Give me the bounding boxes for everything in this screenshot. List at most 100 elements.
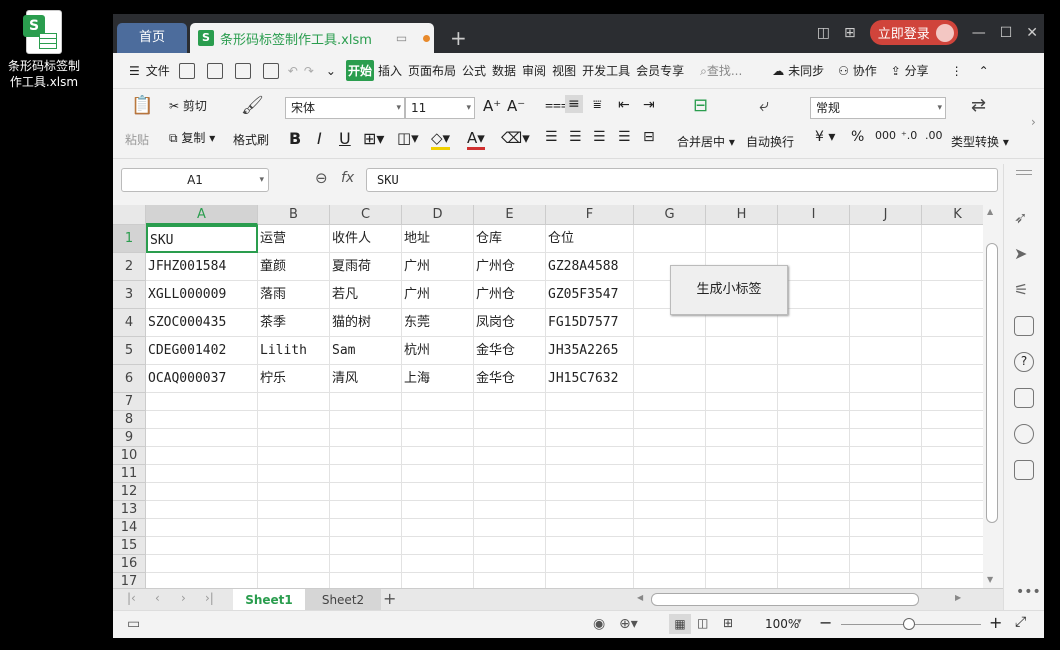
cell-F15[interactable]	[546, 537, 634, 555]
cell-A3[interactable]: XGLL000009	[146, 281, 258, 309]
column-header-D[interactable]: D	[402, 205, 474, 225]
cell-K13[interactable]	[922, 501, 983, 519]
cell-B6[interactable]: 柠乐	[258, 365, 330, 393]
cell-J2[interactable]	[850, 253, 922, 281]
cell-D14[interactable]	[402, 519, 474, 537]
print-icon[interactable]	[234, 62, 251, 79]
font-name-select[interactable]: 宋体	[285, 97, 405, 119]
cell-K5[interactable]	[922, 337, 983, 365]
tab-start[interactable]: 开始	[345, 60, 374, 81]
collab-button[interactable]: ⚇ 协作	[836, 60, 879, 81]
cell-E14[interactable]	[474, 519, 546, 537]
cell-G11[interactable]	[634, 465, 706, 483]
cell-J13[interactable]	[850, 501, 922, 519]
cell-I5[interactable]	[778, 337, 850, 365]
row-header-11[interactable]: 11	[113, 465, 146, 483]
macro-status-icon[interactable]: ▭	[127, 616, 140, 632]
column-header-H[interactable]: H	[706, 205, 778, 225]
currency-icon[interactable]: ¥ ▾	[815, 129, 835, 145]
cell-B13[interactable]	[258, 501, 330, 519]
cell-F4[interactable]: FG15D7577	[546, 309, 634, 337]
page-layout-view-icon[interactable]: ⊞	[723, 616, 733, 630]
cell-J5[interactable]	[850, 337, 922, 365]
paste-icon[interactable]: 📋	[131, 95, 153, 116]
cell-J11[interactable]	[850, 465, 922, 483]
cell-F16[interactable]	[546, 555, 634, 573]
cell-K8[interactable]	[922, 411, 983, 429]
tab-document[interactable]: S 条形码标签制作工具.xlsm ▭	[190, 23, 434, 53]
cell-G8[interactable]	[634, 411, 706, 429]
paste-button[interactable]: 粘贴	[125, 131, 149, 148]
cell-H16[interactable]	[706, 555, 778, 573]
decrease-decimal-icon[interactable]: .00	[925, 129, 943, 142]
align-bottom-icon[interactable]: ⩸	[593, 97, 602, 113]
cell-E10[interactable]	[474, 447, 546, 465]
column-header-E[interactable]: E	[474, 205, 546, 225]
cell-K11[interactable]	[922, 465, 983, 483]
scroll-down-icon[interactable]: ▼	[987, 575, 993, 584]
eye-protect-icon[interactable]: ◉	[593, 616, 605, 632]
cell-A1[interactable]: SKU	[146, 225, 258, 253]
cell-F7[interactable]	[546, 393, 634, 411]
column-header-B[interactable]: B	[258, 205, 330, 225]
cell-I14[interactable]	[778, 519, 850, 537]
cell-G6[interactable]	[634, 365, 706, 393]
cell-H1[interactable]	[706, 225, 778, 253]
cell-B16[interactable]	[258, 555, 330, 573]
cell-I13[interactable]	[778, 501, 850, 519]
search-box[interactable]: ⌕查找...	[698, 60, 744, 81]
cell-D13[interactable]	[402, 501, 474, 519]
cell-G1[interactable]	[634, 225, 706, 253]
cell-H17[interactable]	[706, 573, 778, 588]
cell-D12[interactable]	[402, 483, 474, 501]
quick-access-dropdown-icon[interactable]: ⌄	[324, 62, 338, 80]
hamburger-icon[interactable]: ☰	[127, 62, 142, 80]
distribute-icon[interactable]: ⊟	[643, 129, 655, 145]
monitor-icon[interactable]: ▭	[396, 31, 407, 45]
italic-icon[interactable]: I	[317, 129, 322, 148]
wrap-text-icon[interactable]: ⤶	[759, 95, 769, 116]
sliders-icon[interactable]: ⚟	[1014, 280, 1034, 300]
cell-E9[interactable]	[474, 429, 546, 447]
cell-G12[interactable]	[634, 483, 706, 501]
wrap-text-button[interactable]: 自动换行	[746, 133, 794, 150]
cell-B17[interactable]	[258, 573, 330, 588]
cell-F17[interactable]	[546, 573, 634, 588]
row-header-7[interactable]: 7	[113, 393, 146, 411]
cell-C2[interactable]: 夏雨荷	[330, 253, 402, 281]
cell-J1[interactable]	[850, 225, 922, 253]
cell-B5[interactable]: Lilith	[258, 337, 330, 365]
row-header-2[interactable]: 2	[113, 253, 146, 281]
merge-center-icon[interactable]: ⊟	[693, 95, 708, 116]
zoom-out-icon[interactable]: −	[819, 613, 832, 632]
cell-H11[interactable]	[706, 465, 778, 483]
cell-C17[interactable]	[330, 573, 402, 588]
cell-A10[interactable]	[146, 447, 258, 465]
sheet-tab-sheet1[interactable]: Sheet1	[233, 589, 305, 611]
cell-E13[interactable]	[474, 501, 546, 519]
cell-C15[interactable]	[330, 537, 402, 555]
cell-C5[interactable]: Sam	[330, 337, 402, 365]
undo-icon[interactable]: ↶	[286, 62, 300, 80]
cell-K4[interactable]	[922, 309, 983, 337]
book-icon[interactable]	[1014, 460, 1034, 480]
cell-I2[interactable]	[778, 253, 850, 281]
bold-icon[interactable]: B	[289, 129, 301, 148]
next-sheet-icon[interactable]: ›	[181, 591, 186, 605]
percent-icon[interactable]: %	[851, 129, 864, 145]
cursor-select-icon[interactable]: ➤	[1014, 244, 1034, 264]
cell-C11[interactable]	[330, 465, 402, 483]
cell-D7[interactable]	[402, 393, 474, 411]
cell-E15[interactable]	[474, 537, 546, 555]
row-header-16[interactable]: 16	[113, 555, 146, 573]
more-icon[interactable]: ⋮	[949, 62, 965, 80]
cell-D17[interactable]	[402, 573, 474, 588]
cell-J4[interactable]	[850, 309, 922, 337]
cell-D6[interactable]: 上海	[402, 365, 474, 393]
cell-F6[interactable]: JH15C7632	[546, 365, 634, 393]
more-dots-icon[interactable]: •••	[1016, 584, 1041, 600]
cell-G15[interactable]	[634, 537, 706, 555]
align-center-icon[interactable]: ☰	[569, 129, 582, 145]
vertical-scroll-thumb[interactable]	[986, 243, 998, 523]
grid-apps-icon[interactable]: ⊞	[844, 25, 856, 41]
